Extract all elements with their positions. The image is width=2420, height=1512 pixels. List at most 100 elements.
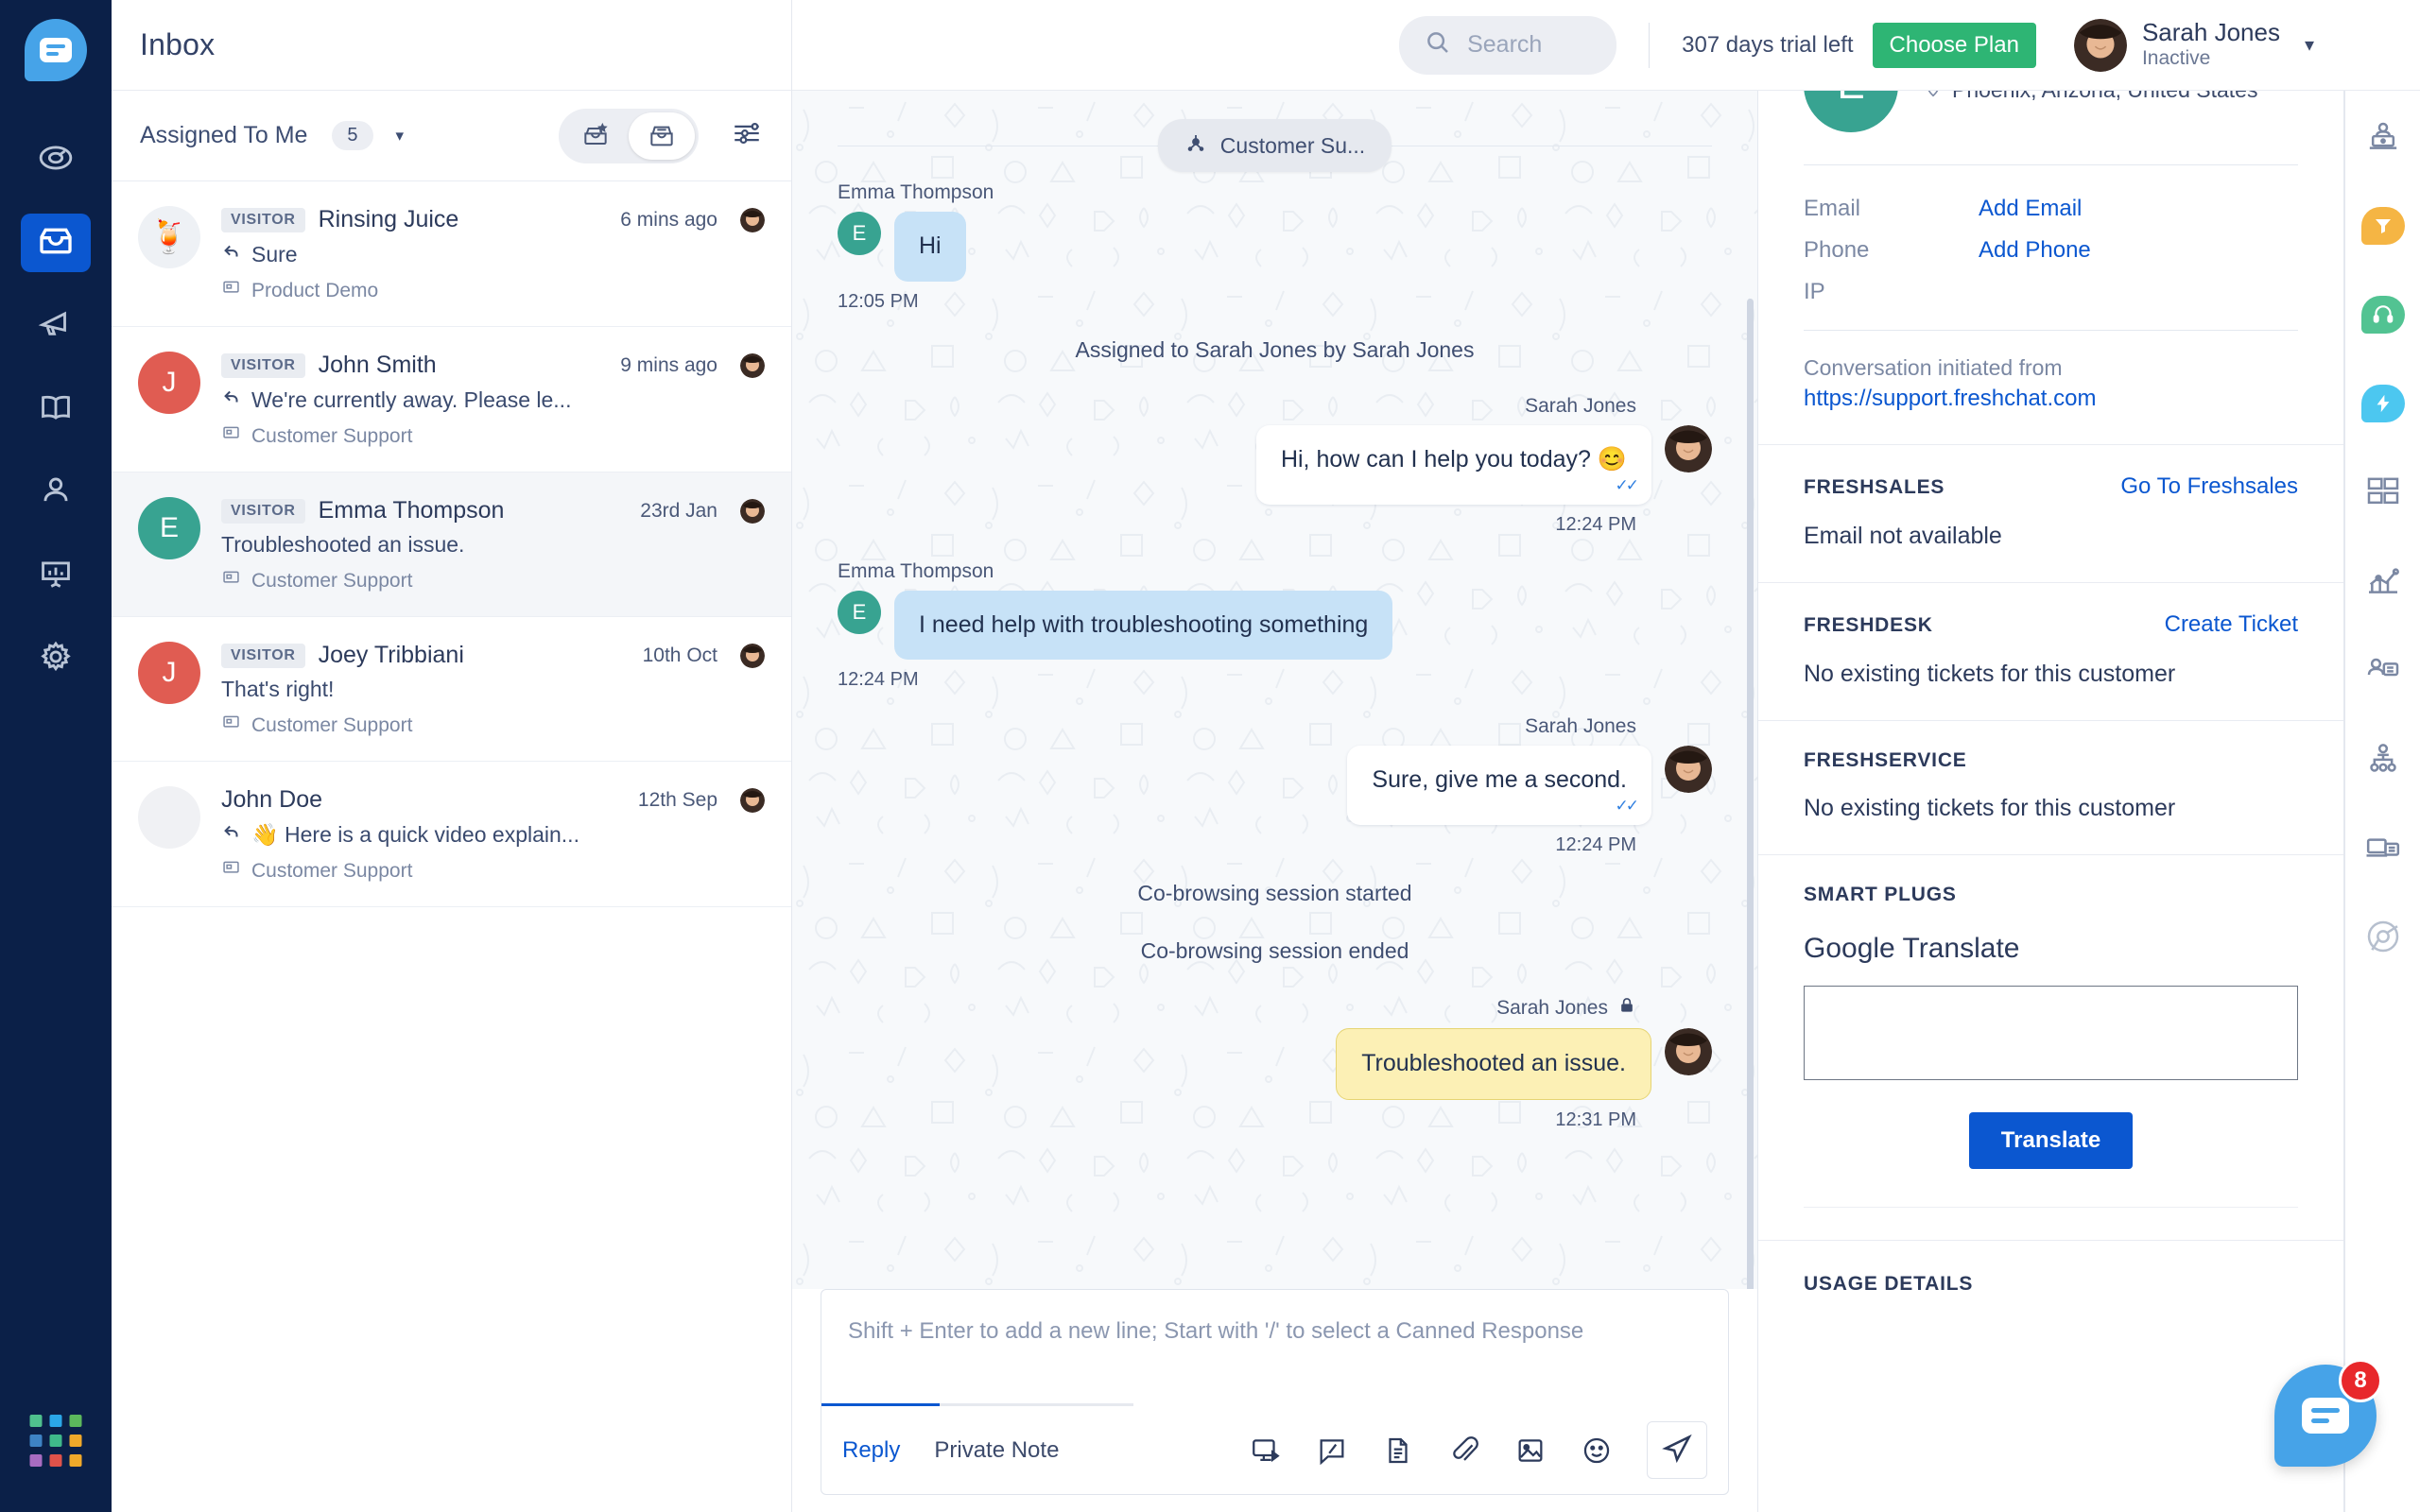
message-input[interactable]: Shift + Enter to add a new line; Start w… (821, 1290, 1728, 1403)
contact-name: Rinsing Juice (318, 206, 459, 232)
composer-tab-underline (821, 1403, 1133, 1406)
create-ticket-link[interactable]: Create Ticket (2165, 611, 2298, 638)
tab-private-note[interactable]: Private Note (934, 1437, 1059, 1464)
nav-item-campaigns[interactable] (21, 297, 91, 355)
app-grid-icon[interactable] (29, 1415, 82, 1467)
inbox-icon[interactable] (629, 112, 695, 160)
contact-panel: E Emma Thompson Phoenix, Arizona, United… (1758, 0, 2344, 1512)
avatar: 🍹 (138, 206, 200, 268)
timestamp: 12th Sep (637, 788, 717, 811)
section-title: FRESHSERVICE (1804, 749, 1967, 771)
thread-scrollbar[interactable] (1747, 299, 1754, 1289)
reply-arrow-icon (221, 821, 242, 848)
chevron-down-icon[interactable]: ▾ (2305, 33, 2314, 57)
visitor-tag: VISITOR (221, 352, 305, 378)
avatar: E (138, 497, 200, 559)
message-composer: Shift + Enter to add a new line; Start w… (821, 1289, 1729, 1495)
assignee-avatar (740, 787, 765, 813)
message-time: 12:24 PM (838, 669, 919, 691)
browser-chrome-icon[interactable] (2361, 915, 2405, 958)
section-usage-details: USAGE DETAILS (1758, 1240, 2343, 1328)
inbox-star-icon[interactable] (562, 112, 629, 160)
nav-item-inbox[interactable] (21, 214, 91, 272)
message-incoming: Emma Thompson E Hi 12:05 PM (838, 181, 1712, 313)
visitor-tag: VISITOR (221, 498, 305, 524)
list-item[interactable]: John Doe 12th Sep 👋 Here is a quick vide… (112, 762, 791, 907)
team-org-icon[interactable] (2361, 737, 2405, 781)
list-item[interactable]: J VISITOR John Smith 9 mins ago We're cu… (112, 327, 791, 472)
message-snippet: That's right! (221, 677, 765, 702)
list-item[interactable]: 🍹 VISITOR Rinsing Juice 6 mins ago Sure … (112, 181, 791, 327)
message-bubble: Hi, how can I help you today? 😊 ✓✓ (1255, 424, 1651, 505)
translate-button[interactable]: Translate (1968, 1112, 2134, 1169)
add-phone-link[interactable]: Add Phone (1979, 237, 2091, 264)
go-to-freshsales-link[interactable]: Go To Freshsales (2120, 473, 2298, 500)
cobrowse-icon[interactable] (2361, 115, 2405, 159)
visitor-tag: VISITOR (221, 643, 305, 668)
user-status: Inactive (2141, 47, 2211, 70)
message-bubble: Hi (894, 212, 966, 282)
unread-badge: 8 (2339, 1359, 2382, 1402)
list-item[interactable]: E VISITOR Emma Thompson 23rd Jan Trouble… (112, 472, 791, 617)
trial-text: 307 days trial left (1682, 31, 1854, 58)
freshdesk-headset-icon[interactable] (2360, 293, 2405, 336)
choose-plan-button[interactable]: Choose Plan (1872, 22, 2036, 68)
conversation-list[interactable]: 🍹 VISITOR Rinsing Juice 6 mins ago Sure … (112, 181, 791, 1512)
channel-name: Product Demo (251, 279, 379, 301)
avatar (1665, 1028, 1712, 1075)
message-private-note: Sarah Jones Troubleshooted an issue. 12:… (838, 996, 1712, 1131)
timestamp: 9 mins ago (620, 353, 717, 376)
channel-window-icon (221, 713, 241, 738)
cobrowse-screen-icon[interactable] (1250, 1435, 1282, 1467)
channel-row: Customer Support (221, 568, 765, 593)
apps-grid-icon[interactable] (2361, 471, 2405, 514)
nav-item-contacts[interactable] (21, 463, 91, 522)
user-menu[interactable]: Sarah Jones Inactive ▾ (2073, 18, 2314, 72)
system-message: Co-browsing session ended (1140, 938, 1409, 963)
search-box[interactable]: Search (1399, 15, 1617, 75)
field-email: Email Add Email (1804, 180, 2298, 222)
channel-row: Customer Support (221, 423, 765, 449)
sliders-filter-icon[interactable] (731, 117, 763, 154)
canned-response-icon[interactable] (1316, 1435, 1348, 1467)
channel-window-icon (221, 568, 241, 593)
channel-window-icon (221, 858, 241, 884)
page-title: Inbox (140, 27, 216, 61)
chevron-down-icon[interactable]: ▾ (396, 127, 405, 146)
double-tick-icon: ✓✓ (1615, 797, 1639, 816)
article-icon[interactable] (1382, 1435, 1414, 1467)
image-icon[interactable] (1514, 1435, 1547, 1467)
freshservice-bolt-icon[interactable] (2360, 382, 2405, 425)
origin-url[interactable]: https://support.freshchat.com (1804, 386, 2298, 412)
add-email-link[interactable]: Add Email (1979, 196, 2082, 222)
attachment-clip-icon[interactable] (1448, 1435, 1480, 1467)
system-message: Assigned to Sarah Jones by Sarah Jones (1075, 336, 1475, 362)
analytics-chart-icon[interactable] (2361, 559, 2405, 603)
freshsales-funnel-icon[interactable] (2360, 204, 2405, 248)
tab-reply[interactable]: Reply (842, 1437, 900, 1464)
message-bubble: Sure, give me a second. ✓✓ (1347, 746, 1651, 825)
channel-name: Customer Support (251, 859, 413, 882)
nav-item-dashboard[interactable] (21, 130, 91, 189)
translate-input[interactable] (1804, 986, 2298, 1080)
avatar: E (838, 212, 881, 255)
nav-item-knowledge-base[interactable] (21, 380, 91, 438)
header-divider (1649, 22, 1651, 68)
gear-icon (38, 639, 74, 679)
list-item[interactable]: J VISITOR Joey Tribbiani 10th Oct That's… (112, 617, 791, 762)
emoji-icon[interactable] (1581, 1435, 1613, 1467)
user-name: Sarah Jones (2141, 18, 2280, 47)
screenshare-icon[interactable] (2361, 826, 2405, 869)
reply-arrow-icon (221, 387, 242, 413)
freshchat-logo-icon[interactable] (25, 19, 87, 81)
search-input[interactable]: Search (1467, 31, 1542, 59)
conversation-column: Assign to: Support ▾ Sarah Jon... ▾ ✓ ▼ (792, 0, 1758, 1512)
message-bubble: I need help with troubleshooting somethi… (894, 590, 1393, 661)
nav-item-reports[interactable] (21, 546, 91, 605)
chat-widget-button[interactable]: 8 (2274, 1359, 2382, 1467)
assigned-filter-label[interactable]: Assigned To Me (140, 122, 307, 149)
contact-card-icon[interactable] (2361, 648, 2405, 692)
send-icon[interactable] (1647, 1421, 1707, 1479)
nav-item-settings[interactable] (21, 629, 91, 688)
inbox-view-toggle[interactable] (559, 108, 699, 163)
